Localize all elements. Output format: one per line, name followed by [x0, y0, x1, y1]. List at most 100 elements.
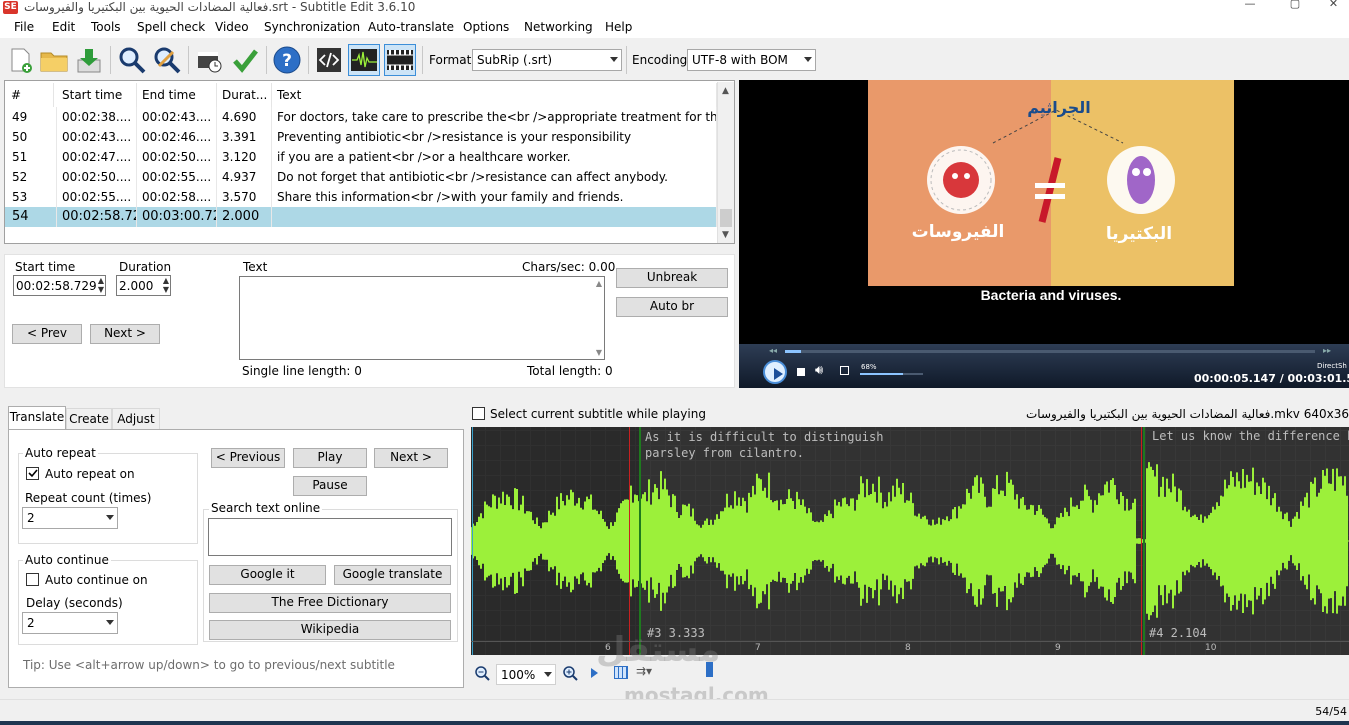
chevron-down-icon[interactable]: ▼ [596, 348, 602, 357]
duration-input[interactable]: 2.000 ▲ ▼ [116, 275, 171, 296]
delay-select[interactable]: 2 [22, 612, 118, 634]
play-button[interactable]: Play [293, 448, 367, 468]
subtitle-start-marker[interactable] [1143, 427, 1145, 655]
status-position: 54/54 [1315, 705, 1347, 718]
fast-forward-icon[interactable]: ▸▸ [1323, 346, 1331, 355]
menu-tools[interactable]: Tools [91, 16, 121, 38]
column-header-end-time[interactable]: End time [137, 83, 217, 107]
format-select[interactable]: SubRip (.srt) [472, 49, 622, 71]
google-it-button[interactable]: Google it [209, 565, 326, 585]
next-button[interactable]: Next > [90, 324, 160, 344]
close-icon[interactable]: ✕ [1318, 0, 1349, 12]
column-header-start-time[interactable]: Start time [57, 83, 137, 107]
free-dictionary-button[interactable]: The Free Dictionary [209, 593, 451, 613]
chevron-down-icon [544, 672, 552, 677]
scrollbar-thumb[interactable] [720, 209, 732, 227]
new-file-icon[interactable] [4, 44, 36, 76]
table-row[interactable]: 49 00:02:38.... 00:02:43.... 4.690 For d… [5, 107, 717, 127]
tab-translate[interactable]: Translate [8, 406, 66, 430]
find-icon[interactable] [116, 44, 148, 76]
menu-auto-translate[interactable]: Auto-translate [368, 16, 454, 38]
wikipedia-button[interactable]: Wikipedia [209, 620, 451, 640]
menu-file[interactable]: File [14, 16, 34, 38]
search-online-input[interactable] [208, 518, 452, 556]
next-subtitle-button[interactable]: Next > [374, 448, 448, 468]
volume-slider[interactable] [860, 373, 923, 375]
replace-icon[interactable] [151, 44, 183, 76]
spell-check-icon[interactable] [229, 44, 261, 76]
stop-icon[interactable] [797, 368, 805, 376]
table-row[interactable]: 53 00:02:55.... 00:02:58.... 3.570 Share… [5, 187, 717, 207]
tick-label: 9 [1055, 643, 1061, 653]
table-row[interactable]: 50 00:02:43.... 00:02:46.... 3.391 Preve… [5, 127, 717, 147]
pause-button[interactable]: Pause [293, 476, 367, 496]
encoding-select[interactable]: UTF-8 with BOM [687, 49, 816, 71]
cell-duration: 4.937 [217, 167, 272, 187]
seek-progress [785, 350, 801, 353]
watermark-arabic: مستقل [596, 630, 721, 670]
subtitle-text-area[interactable]: ▲ ▼ [239, 276, 605, 360]
tab-create[interactable]: Create [66, 408, 112, 430]
video-toggle-icon[interactable] [384, 44, 416, 76]
auto-continue-checkbox[interactable] [26, 573, 39, 586]
audio-waveform [471, 462, 1349, 620]
seek-bar[interactable] [785, 350, 1315, 353]
menu-options[interactable]: Options [463, 16, 509, 38]
repeat-count-select[interactable]: 2 [22, 507, 118, 529]
menu-help[interactable]: Help [605, 16, 632, 38]
visual-sync-icon[interactable] [193, 44, 225, 76]
volume-icon[interactable]: 🔊︎ [815, 363, 823, 378]
chevron-down-icon[interactable]: ▼ [722, 230, 729, 240]
save-download-icon[interactable] [73, 44, 105, 76]
table-row[interactable]: 52 00:02:50.... 00:02:55.... 4.937 Do no… [5, 167, 717, 187]
chevron-down-icon [106, 515, 114, 520]
zoom-in-icon[interactable] [562, 665, 578, 684]
table-row[interactable]: 51 00:02:47.... 00:02:50.... 3.120 if yo… [5, 147, 717, 167]
tab-adjust[interactable]: Adjust [112, 408, 160, 430]
fullscreen-icon[interactable] [840, 366, 849, 375]
auto-repeat-checkbox[interactable] [26, 467, 39, 480]
duration-value: 2.000 [119, 279, 154, 293]
start-time-input[interactable]: 00:02:58.729 ▲ ▼ [13, 275, 106, 296]
chevron-up-icon[interactable]: ▲ [722, 86, 729, 96]
volume-level [860, 373, 903, 375]
unbreak-button[interactable]: Unbreak [616, 268, 728, 288]
play-button[interactable] [763, 360, 787, 384]
menu-synchronization[interactable]: Synchronization [264, 16, 360, 38]
stepper-arrows-icon[interactable]: ▲ ▼ [163, 276, 169, 294]
column-header-number[interactable]: # [6, 83, 54, 107]
video-player[interactable]: الجراثيم الفيروسات البكتيريا Bacteria an… [739, 80, 1349, 388]
zoom-out-icon[interactable] [474, 665, 490, 685]
chevron-up-icon[interactable]: ▲ [596, 279, 602, 288]
open-folder-icon[interactable] [38, 44, 70, 76]
waveform-panel[interactable]: As it is difficult to distinguish parsle… [471, 427, 1349, 655]
toolbar: ? Format SubRip (.srt) Encoding UTF-8 wi… [0, 40, 1349, 78]
prev-button[interactable]: < Prev [12, 324, 82, 344]
previous-button[interactable]: < Previous [211, 448, 285, 468]
list-scrollbar[interactable]: ▲ ▼ [717, 82, 734, 243]
stepper-arrows-icon[interactable]: ▲ ▼ [98, 276, 104, 294]
help-icon[interactable]: ? [271, 44, 303, 76]
auto-br-button[interactable]: Auto br [616, 297, 728, 317]
menu-networking[interactable]: Networking [524, 16, 593, 38]
table-row-selected[interactable]: 54 00:02:58.72 00:03:00.72 2.000 [5, 207, 717, 227]
minimize-icon[interactable]: — [1230, 0, 1270, 12]
waveform-toggle-icon[interactable] [348, 44, 380, 76]
select-while-playing-checkbox[interactable] [472, 407, 485, 420]
subtitle-end-marker [629, 427, 630, 655]
maximize-icon[interactable]: ▢ [1275, 0, 1315, 12]
menu-edit[interactable]: Edit [52, 16, 75, 38]
rewind-icon[interactable]: ◂◂ [769, 346, 777, 355]
menu-video[interactable]: Video [215, 16, 249, 38]
subtitle-3-text: As it is difficult to distinguish parsle… [645, 429, 883, 461]
cell-text: Preventing antibiotic<br />resistance is… [272, 127, 717, 147]
column-header-text[interactable]: Text [272, 83, 717, 107]
menu-spell-check[interactable]: Spell check [137, 16, 205, 38]
zoom-select[interactable]: 100% [496, 664, 556, 685]
source-view-icon[interactable] [313, 44, 345, 76]
subtitle-list[interactable]: # Start time End time Durat... Text 49 0… [4, 80, 735, 244]
subtitle-start-marker[interactable] [639, 427, 641, 655]
google-translate-button[interactable]: Google translate [334, 565, 451, 585]
video-time: 00:00:05.147 / 00:03:01.500 [1194, 372, 1349, 385]
column-header-duration[interactable]: Durat... [217, 83, 272, 107]
